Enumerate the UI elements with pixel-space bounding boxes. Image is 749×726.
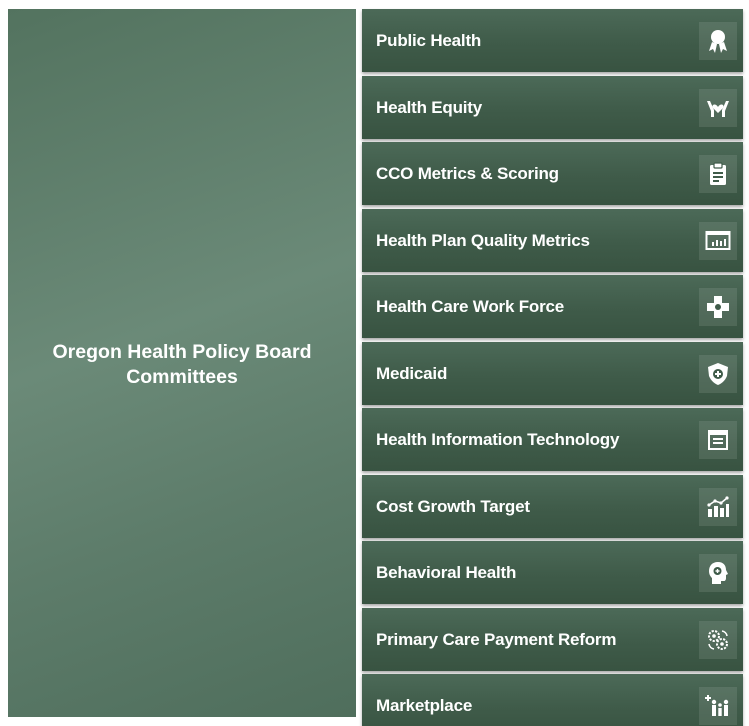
committee-menu: Public Health Health Equity CCO Metrics … <box>362 9 743 726</box>
committee-label: Behavioral Health <box>376 563 517 582</box>
committee-marketplace[interactable]: Marketplace <box>362 674 743 726</box>
gears-icon <box>699 620 737 659</box>
committee-label: Marketplace <box>376 696 473 715</box>
committee-label: Cost Growth Target <box>376 496 530 516</box>
committee-public-health[interactable]: Public Health <box>362 9 743 72</box>
award-ribbon-icon <box>699 22 737 60</box>
committee-primary-care-payment-reform[interactable]: Primary Care Payment Reform <box>362 607 743 671</box>
committee-label: Medicaid <box>376 363 448 383</box>
monitor-chart-icon <box>699 221 737 260</box>
document-list-icon <box>699 421 737 459</box>
hands-heart-icon <box>699 88 737 127</box>
clipboard-icon <box>699 155 737 193</box>
committee-label: Health Care Work Force <box>376 297 565 316</box>
board-title-panel: Oregon Health Policy Board Committees <box>8 9 356 717</box>
committee-cco-metrics-scoring[interactable]: CCO Metrics & Scoring <box>362 142 743 205</box>
committee-health-information-technology[interactable]: Health Information Technology <box>362 408 743 471</box>
committee-label: Public Health <box>376 31 482 50</box>
family-icon <box>699 687 737 725</box>
bar-chart-trend-icon <box>699 487 737 526</box>
committee-label: Health Plan Quality Metrics <box>376 230 590 250</box>
committee-health-equity[interactable]: Health Equity <box>362 75 743 139</box>
committee-medicaid[interactable]: Medicaid <box>362 341 743 405</box>
committees-widget: Oregon Health Policy Board Committees Pu… <box>0 0 749 726</box>
committee-label: CCO Metrics & Scoring <box>376 164 559 183</box>
board-title: Oregon Health Policy Board Committees <box>52 341 312 388</box>
committee-label: Primary Care Payment Reform <box>376 629 617 649</box>
committee-health-care-work-force[interactable]: Health Care Work Force <box>362 275 743 338</box>
committee-health-plan-quality-metrics[interactable]: Health Plan Quality Metrics <box>362 208 743 272</box>
committee-cost-growth-target[interactable]: Cost Growth Target <box>362 474 743 538</box>
shield-plus-icon <box>699 354 737 393</box>
committee-label: Health Information Technology <box>376 430 620 449</box>
medical-cross-icon <box>699 288 737 326</box>
committee-behavioral-health[interactable]: Behavioral Health <box>362 541 743 604</box>
committee-label: Health Equity <box>376 97 483 117</box>
head-profile-icon <box>699 554 737 592</box>
